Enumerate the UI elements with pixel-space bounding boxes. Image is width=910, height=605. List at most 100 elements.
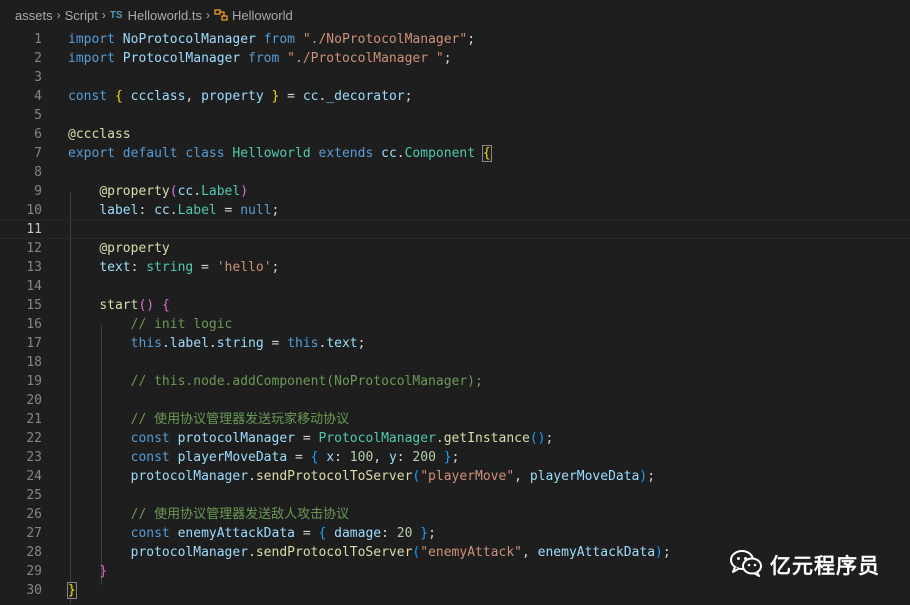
code-line[interactable]: 30} bbox=[0, 581, 910, 600]
code-line[interactable]: 18 bbox=[0, 353, 910, 372]
code-text: const { ccclass, property } = cc._decora… bbox=[68, 87, 412, 106]
code-line[interactable]: 14 bbox=[0, 277, 910, 296]
code-token: () bbox=[529, 431, 546, 446]
wechat-icon bbox=[730, 549, 762, 581]
code-token: , bbox=[521, 545, 538, 560]
line-number: 2 bbox=[34, 51, 42, 66]
line-number: 28 bbox=[26, 545, 42, 560]
breadcrumb-item-class[interactable]: Helloworld bbox=[232, 8, 293, 23]
code-line[interactable]: 3 bbox=[0, 68, 910, 87]
code-line[interactable]: 9 @property(cc.Label) bbox=[0, 182, 910, 201]
code-line[interactable]: 20 bbox=[0, 391, 910, 410]
line-number: 14 bbox=[26, 279, 42, 294]
code-token: "playerMove" bbox=[420, 469, 515, 484]
code-line[interactable]: 21 // 使用协议管理器发送玩家移动协议 bbox=[0, 410, 910, 429]
breadcrumb-item-script[interactable]: Script bbox=[65, 8, 98, 23]
code-line[interactable]: 1 import NoProtocolManager from "./NoProt… bbox=[0, 30, 910, 49]
code-token: : bbox=[138, 203, 155, 218]
code-token: = bbox=[216, 203, 241, 218]
code-line[interactable]: 2 import ProtocolManager from "./Protocol… bbox=[0, 49, 910, 68]
code-line[interactable]: 19 // this.node.addComponent(NoProtocolM… bbox=[0, 372, 910, 391]
code-text: const playerMoveData = { x: 100, y: 200 … bbox=[68, 448, 460, 467]
line-number: 5 bbox=[34, 108, 42, 123]
breadcrumb: assets › Script › TS Helloworld.ts › Hel… bbox=[0, 0, 910, 30]
code-line[interactable]: 22 const protocolManager = ProtocolManag… bbox=[0, 429, 910, 448]
code-token: { bbox=[161, 298, 170, 313]
code-token: ; bbox=[428, 526, 436, 541]
breadcrumb-item-assets[interactable]: assets bbox=[15, 8, 53, 23]
code-text: // 使用协议管理器发送敌人攻击协议 bbox=[68, 505, 349, 524]
code-token: ; bbox=[467, 32, 476, 47]
code-token: cc bbox=[381, 146, 397, 161]
code-line[interactable]: 5 bbox=[0, 106, 910, 125]
code-token: ) bbox=[655, 545, 663, 560]
code-token: label bbox=[99, 203, 139, 218]
code-line[interactable]: 13 text: string = 'hello'; bbox=[0, 258, 910, 277]
code-token: : bbox=[130, 260, 147, 275]
code-text: import ProtocolManager from "./ProtocolM… bbox=[68, 49, 452, 68]
code-token: . bbox=[248, 545, 256, 560]
code-token: property bbox=[201, 89, 264, 104]
code-token: protocolManager bbox=[130, 469, 249, 484]
code-line[interactable]: 4 const { ccclass, property } = cc._decor… bbox=[0, 87, 910, 106]
code-token: string bbox=[146, 260, 194, 275]
code-token: x bbox=[326, 450, 335, 465]
code-line[interactable]: 23 const playerMoveData = { x: 100, y: 2… bbox=[0, 448, 910, 467]
code-token: ; bbox=[271, 260, 280, 275]
code-token: , bbox=[373, 450, 389, 465]
code-text: } bbox=[67, 581, 77, 600]
code-line[interactable]: 7 export default class Helloworld extends… bbox=[0, 144, 910, 163]
code-token: ; bbox=[647, 469, 656, 484]
code-line[interactable]: 10 label: cc.Label = null; bbox=[0, 201, 910, 220]
breadcrumb-item-file[interactable]: Helloworld.ts bbox=[128, 8, 202, 23]
code-token: ) bbox=[240, 184, 249, 199]
code-token: playerMoveData bbox=[529, 469, 640, 484]
code-line[interactable]: 16 // init logic bbox=[0, 315, 910, 334]
code-token: } bbox=[67, 582, 77, 599]
line-number: 19 bbox=[26, 374, 42, 389]
line-number: 29 bbox=[26, 564, 42, 579]
code-token: . bbox=[248, 469, 256, 484]
code-token: @ccclass bbox=[68, 127, 131, 142]
code-line[interactable]: 8 bbox=[0, 163, 910, 182]
code-token: enemyAttackData bbox=[537, 545, 656, 560]
code-token: = bbox=[279, 89, 303, 104]
line-number: 25 bbox=[26, 488, 42, 503]
code-token: import bbox=[68, 51, 115, 66]
code-token: ProtocolManager bbox=[122, 51, 241, 66]
code-line[interactable]: 24 protocolManager.sendProtocolToServer(… bbox=[0, 467, 910, 486]
code-token: = bbox=[193, 260, 217, 275]
code-token: = bbox=[295, 431, 319, 446]
code-line[interactable]: 15 start() { bbox=[0, 296, 910, 315]
line-number: 13 bbox=[26, 260, 42, 275]
code-token: protocolManager bbox=[177, 431, 295, 446]
line-number: 22 bbox=[26, 431, 42, 446]
code-line[interactable]: 27 const enemyAttackData = { damage: 20 … bbox=[0, 524, 910, 543]
code-line[interactable]: 17 this.label.string = this.text; bbox=[0, 334, 910, 353]
code-line[interactable]: 12 @property bbox=[0, 239, 910, 258]
code-line[interactable]: 11 bbox=[0, 220, 910, 239]
code-editor[interactable]: 1 import NoProtocolManager from "./NoProt… bbox=[0, 30, 910, 605]
line-number: 27 bbox=[26, 526, 42, 541]
code-token: cc bbox=[302, 89, 319, 104]
code-token: : bbox=[334, 450, 350, 465]
code-token: default bbox=[122, 146, 178, 161]
code-line[interactable]: 25 bbox=[0, 486, 910, 505]
code-line[interactable]: 26 // 使用协议管理器发送敌人攻击协议 bbox=[0, 505, 910, 524]
code-line[interactable]: 6 @ccclass bbox=[0, 125, 910, 144]
code-token: } bbox=[443, 450, 452, 465]
